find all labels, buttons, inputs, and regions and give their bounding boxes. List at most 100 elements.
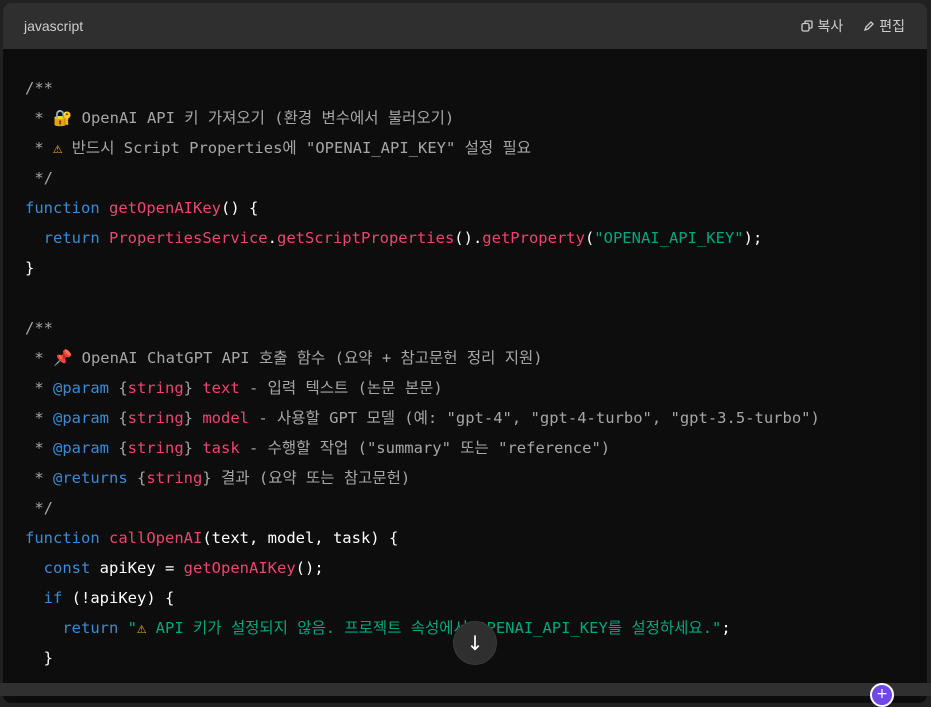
code-line: */ xyxy=(25,163,927,193)
code-line: function getOpenAIKey() { xyxy=(25,193,927,223)
code-line: /** xyxy=(25,73,927,103)
code-token: ; xyxy=(721,619,731,637)
code-line: * @param {string} model - 사용할 GPT 모델 (예:… xyxy=(25,403,927,433)
code-token: 🔐 xyxy=(53,109,73,127)
code-token: (text, model, task) { xyxy=(202,529,399,547)
arrow-down-icon: ↓ xyxy=(466,631,484,655)
code-token: * xyxy=(25,439,53,457)
code-line: if (!apiKey) { xyxy=(25,583,927,613)
code-token: if xyxy=(43,589,72,607)
code-token: getOpenAIKey xyxy=(183,559,296,577)
code-line: */ xyxy=(25,493,927,523)
code-line: * 🔐 OpenAI API 키 가져오기 (환경 변수에서 불러오기) xyxy=(25,103,927,133)
code-token: * xyxy=(25,379,53,397)
code-token: } xyxy=(183,439,203,457)
code-token: OpenAI API 키 가져오기 (환경 변수에서 불러오기) xyxy=(72,109,455,127)
code-token: function xyxy=(25,529,109,547)
code-token: task xyxy=(202,439,240,457)
code-line: return PropertiesService.getScriptProper… xyxy=(25,223,927,253)
code-token: { xyxy=(118,379,128,397)
code-token: callOpenAI xyxy=(109,529,203,547)
plus-icon[interactable]: + xyxy=(870,683,894,707)
code-line: * @param {string} text - 입력 텍스트 (논문 본문) xyxy=(25,373,927,403)
scroll-down-button[interactable]: ↓ xyxy=(453,621,497,665)
code-token: * xyxy=(25,109,53,127)
code-content: /** * 🔐 OpenAI API 키 가져오기 (환경 변수에서 불러오기)… xyxy=(3,49,927,673)
code-token: () { xyxy=(220,199,259,217)
code-block: javascript 복사 편집 /** * 🔐 OpenAI API 키 가져… xyxy=(3,3,927,703)
code-line: function callOpenAI(text, model, task) { xyxy=(25,523,927,553)
edit-button[interactable]: 편집 xyxy=(863,16,905,36)
code-token: - 사용할 GPT 모델 (예: "gpt-4", "gpt-4-turbo",… xyxy=(249,409,820,427)
code-token: . xyxy=(267,229,277,247)
code-token: } 결과 (요약 또는 참고문헌) xyxy=(202,469,411,487)
bottom-bar xyxy=(0,683,931,696)
code-token: string xyxy=(127,439,184,457)
code-token: const xyxy=(43,559,100,577)
code-token: " xyxy=(127,619,137,637)
code-token: return xyxy=(43,229,109,247)
language-label: javascript xyxy=(24,18,84,34)
code-line: } xyxy=(25,253,927,283)
code-token: getProperty xyxy=(482,229,585,247)
code-token: @param xyxy=(53,409,119,427)
code-token: * xyxy=(25,469,53,487)
code-token: /** xyxy=(25,319,53,337)
code-token: API 키가 설정되지 않음. 프로젝트 속성에서 OPENAI_API_KEY… xyxy=(146,619,722,637)
code-line: const apiKey = getOpenAIKey(); xyxy=(25,553,927,583)
code-line: * @returns {string} 결과 (요약 또는 참고문헌) xyxy=(25,463,927,493)
code-line: /** xyxy=(25,313,927,343)
code-token: string xyxy=(127,379,184,397)
code-token: /** xyxy=(25,79,53,97)
code-token: (); xyxy=(295,559,324,577)
code-token: */ xyxy=(25,169,53,187)
copy-button[interactable]: 복사 xyxy=(801,16,843,36)
code-token: } xyxy=(25,649,53,667)
code-token: @param xyxy=(53,439,119,457)
code-token: { xyxy=(118,409,128,427)
code-token: @returns xyxy=(53,469,137,487)
code-token: OpenAI ChatGPT API 호출 함수 (요약 + 참고문헌 정리 지… xyxy=(72,349,543,367)
code-block-header: javascript 복사 편집 xyxy=(3,3,927,49)
code-line: * ⚠ 반드시 Script Properties에 "OPENAI_API_K… xyxy=(25,133,927,163)
code-token: ( xyxy=(584,229,595,247)
code-token: ⚠ xyxy=(53,139,63,157)
code-token: - 입력 텍스트 (논문 본문) xyxy=(239,379,443,397)
code-token: - 수행할 작업 ("summary" 또는 "reference") xyxy=(239,439,611,457)
code-token: getOpenAIKey xyxy=(109,199,221,217)
code-token: return xyxy=(62,619,128,637)
copy-icon xyxy=(801,20,814,32)
code-token: function xyxy=(25,199,109,217)
code-token: */ xyxy=(25,499,53,517)
code-token: ⚠ xyxy=(137,619,147,637)
code-line: * @param {string} task - 수행할 작업 ("summar… xyxy=(25,433,927,463)
code-token: apiKey = xyxy=(99,559,184,577)
code-token: 📌 xyxy=(53,349,73,367)
edit-label: 편집 xyxy=(879,18,905,34)
code-token: { xyxy=(118,439,128,457)
code-token: } xyxy=(25,259,35,277)
code-token: "OPENAI_API_KEY" xyxy=(594,229,744,247)
code-token: (!apiKey) { xyxy=(71,589,175,607)
code-token: ); xyxy=(743,229,763,247)
code-token: text xyxy=(202,379,240,397)
code-token: } xyxy=(183,409,203,427)
copy-label: 복사 xyxy=(817,18,844,34)
code-token: 반드시 Script Properties에 "OPENAI_API_KEY" … xyxy=(62,139,532,157)
code-token: string xyxy=(127,409,184,427)
pencil-icon xyxy=(864,21,875,32)
code-token: @param xyxy=(53,379,119,397)
code-token: * xyxy=(25,349,53,367)
code-token: * xyxy=(25,139,53,157)
code-token: model xyxy=(202,409,250,427)
code-token: * xyxy=(25,409,53,427)
code-token: (). xyxy=(454,229,483,247)
code-token: } xyxy=(183,379,203,397)
code-token: getScriptProperties xyxy=(276,229,455,247)
code-token: PropertiesService xyxy=(109,229,268,247)
